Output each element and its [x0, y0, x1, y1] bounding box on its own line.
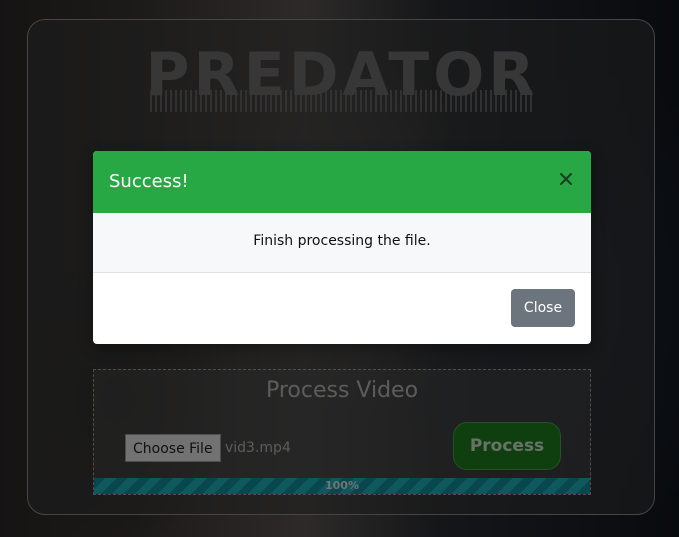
close-icon[interactable]	[555, 168, 577, 190]
modal-header: Success!	[93, 151, 591, 213]
modal-footer: Close	[93, 273, 591, 344]
modal-message: Finish processing the file.	[253, 233, 431, 249]
close-button[interactable]: Close	[511, 289, 575, 327]
modal-title: Success!	[109, 171, 189, 192]
success-modal: Success! Finish processing the file. Clo…	[93, 151, 591, 344]
modal-body: Finish processing the file.	[93, 213, 591, 273]
